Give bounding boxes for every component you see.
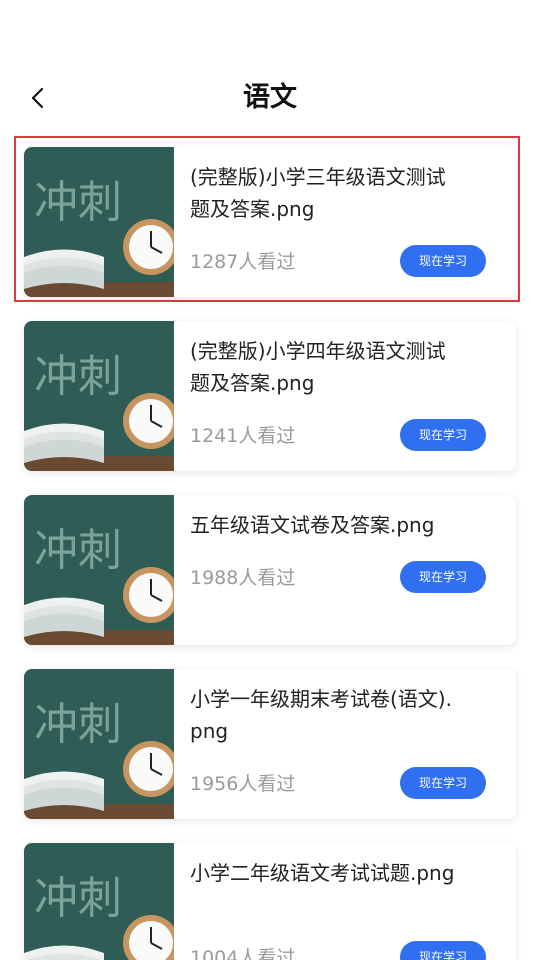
svg-text:冲刺: 冲刺 xyxy=(34,177,122,228)
study-now-button[interactable]: 现在学习 xyxy=(400,561,486,593)
header: 语文 xyxy=(0,0,540,130)
list-item[interactable]: 冲刺 小学一年级期末考试卷(语文).png 1956人看过 现在学习 xyxy=(24,669,516,819)
svg-text:冲刺: 冲刺 xyxy=(34,873,122,924)
item-title: 五年级语文试卷及答案.png xyxy=(190,513,435,537)
list-item[interactable]: 冲刺 五年级语文试卷及答案.png 1988人看过 现在学习 xyxy=(24,495,516,645)
study-now-button[interactable]: 现在学习 xyxy=(400,941,486,960)
list-item[interactable]: 冲刺 (完整版)小学三年级语文测试题及答案.png 1287人看过 现在学习 xyxy=(24,147,516,297)
study-now-button[interactable]: 现在学习 xyxy=(400,767,486,799)
item-title: (完整版)小学四年级语文测试题及答案.png xyxy=(190,339,446,395)
study-now-button[interactable]: 现在学习 xyxy=(400,245,486,277)
item-title: (完整版)小学三年级语文测试题及答案.png xyxy=(190,165,446,221)
list-item[interactable]: 冲刺 小学二年级语文考试试题.png 1004人看过 现在学习 xyxy=(24,843,516,960)
thumbnail-image: 冲刺 xyxy=(24,495,174,645)
svg-text:冲刺: 冲刺 xyxy=(34,525,122,576)
thumbnail-image: 冲刺 xyxy=(24,843,174,960)
view-count: 1004人看过 xyxy=(190,947,296,960)
svg-text:冲刺: 冲刺 xyxy=(34,699,122,750)
view-count: 1241人看过 xyxy=(190,425,296,447)
item-title: 小学一年级期末考试卷(语文).png xyxy=(190,687,452,743)
thumbnail-image: 冲刺 xyxy=(24,147,174,297)
study-now-button[interactable]: 现在学习 xyxy=(400,419,486,451)
item-title: 小学二年级语文考试试题.png xyxy=(190,861,455,885)
view-count: 1988人看过 xyxy=(190,567,296,589)
thumbnail-image: 冲刺 xyxy=(24,321,174,471)
list-item[interactable]: 冲刺 (完整版)小学四年级语文测试题及答案.png 1241人看过 现在学习 xyxy=(24,321,516,471)
view-count: 1956人看过 xyxy=(190,773,296,795)
svg-text:冲刺: 冲刺 xyxy=(34,351,122,402)
page-title: 语文 xyxy=(243,82,297,113)
view-count: 1287人看过 xyxy=(190,251,296,273)
app-screen: 语文 冲刺 (完整版)小学三年级语文测试题及答案.png 1287人看过 现在学… xyxy=(0,0,540,960)
thumbnail-image: 冲刺 xyxy=(24,669,174,819)
